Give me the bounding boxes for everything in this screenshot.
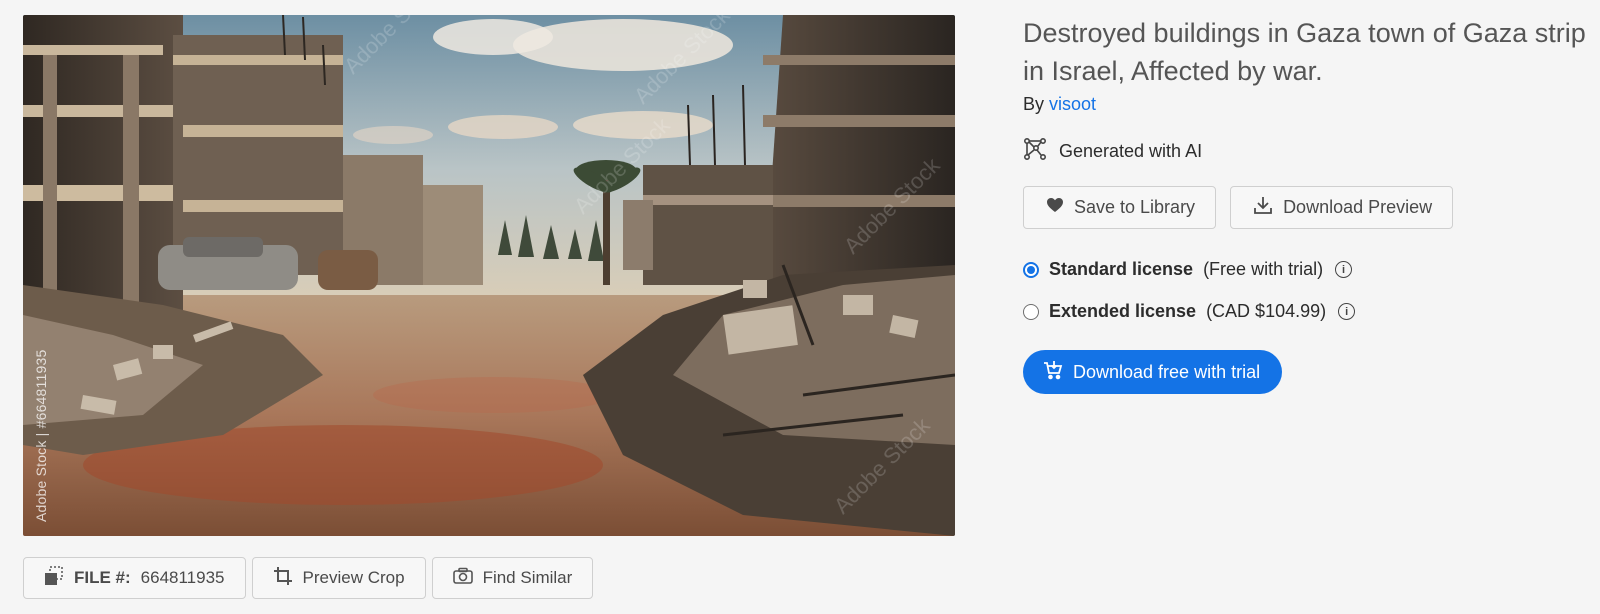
- save-to-library-button[interactable]: Save to Library: [1023, 186, 1217, 229]
- download-free-trial-label: Download free with trial: [1073, 361, 1261, 382]
- preview-crop-label: Preview Crop: [302, 568, 405, 587]
- cart-icon: [1043, 360, 1063, 385]
- license-name: Standard license: [1049, 259, 1194, 279]
- ai-badge-label: Generated with AI: [1059, 141, 1203, 161]
- file-icon: [44, 565, 64, 591]
- crop-icon: [273, 566, 293, 591]
- license-note: (CAD $104.99): [1206, 301, 1327, 321]
- file-number-value: 664811935: [140, 568, 225, 587]
- download-preview-label: Download Preview: [1283, 197, 1433, 217]
- war-ruins-illustration: Adobe Stock Adobe Stock Adobe Stock Adob…: [23, 15, 955, 536]
- author-link[interactable]: visoot: [1049, 94, 1096, 114]
- license-option-extended[interactable]: Extended license (CAD $104.99) i: [1023, 301, 1600, 322]
- download-free-trial-button[interactable]: Download free with trial: [1023, 350, 1283, 394]
- preview-crop-button[interactable]: Preview Crop: [251, 557, 426, 599]
- asset-preview-image[interactable]: Adobe Stock Adobe Stock Adobe Stock Adob…: [23, 15, 955, 536]
- ai-generated-badge: Generated with AI: [1023, 137, 1600, 166]
- asset-actions: Save to Library Download Preview: [1023, 186, 1600, 229]
- asset-detail-page: Adobe Stock Adobe Stock Adobe Stock Adob…: [0, 0, 1600, 614]
- asset-byline: By visoot: [1023, 94, 1600, 115]
- find-similar-button[interactable]: Find Similar: [431, 557, 594, 599]
- camera-icon: [452, 567, 473, 590]
- file-number-button[interactable]: FILE #: 664811935: [23, 557, 246, 599]
- ai-network-icon: [1023, 137, 1047, 166]
- image-toolbar: FILE #: 664811935 Preview Crop Find Simi…: [23, 557, 594, 599]
- watermark-vertical: Adobe Stock | #664811935: [33, 349, 49, 522]
- standard-license-radio[interactable]: [1023, 261, 1039, 278]
- download-icon: [1253, 195, 1273, 220]
- license-note: (Free with trial): [1203, 259, 1324, 279]
- license-name: Extended license: [1049, 301, 1197, 321]
- asset-info-panel: Destroyed buildings in Gaza town of Gaza…: [1023, 14, 1600, 394]
- by-prefix: By: [1023, 94, 1045, 114]
- info-icon[interactable]: i: [1335, 261, 1353, 278]
- heart-icon: [1046, 197, 1064, 218]
- info-icon[interactable]: i: [1338, 303, 1356, 320]
- asset-title: Destroyed buildings in Gaza town of Gaza…: [1023, 18, 1586, 86]
- license-option-standard[interactable]: Standard license (Free with trial) i: [1023, 259, 1600, 280]
- extended-license-radio[interactable]: [1023, 303, 1039, 320]
- file-number-label: FILE #:: [74, 568, 131, 587]
- download-preview-button[interactable]: Download Preview: [1230, 186, 1454, 229]
- save-to-library-label: Save to Library: [1074, 197, 1196, 217]
- find-similar-label: Find Similar: [482, 568, 573, 587]
